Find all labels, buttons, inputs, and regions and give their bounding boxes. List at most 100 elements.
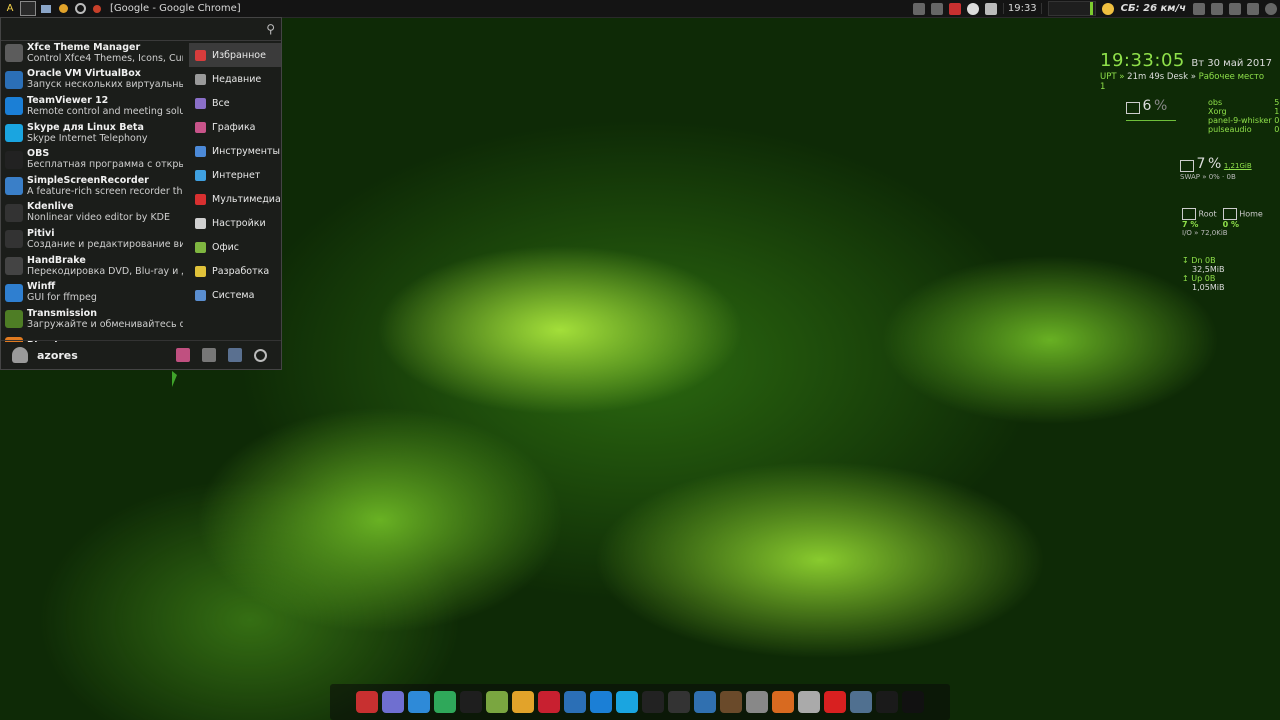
category-item[interactable]: Все [189, 91, 281, 115]
category-item[interactable]: Недавние [189, 67, 281, 91]
usb-icon[interactable] [746, 691, 768, 713]
category-label: Избранное [212, 49, 266, 61]
app-description: Перекодировка DVD, Blu-ray и д... [27, 265, 183, 277]
app-description: Бесплатная программа с открыт... [27, 159, 183, 171]
search-icon: ⚲ [266, 22, 275, 36]
multimedia-icon [195, 193, 206, 205]
skype-icon[interactable] [616, 691, 638, 713]
process-value: 0,51 [1274, 116, 1280, 125]
obs-tray-icon[interactable] [966, 2, 979, 15]
app-name: HandBrake [27, 254, 86, 266]
category-item[interactable]: Система [189, 283, 281, 307]
window-title[interactable]: [Google - Google Chrome] [110, 3, 241, 14]
app-description: GUI for ffmpeg [27, 292, 97, 304]
handbrake-icon[interactable] [720, 691, 742, 713]
stop-icon[interactable] [984, 2, 997, 15]
system-icon [195, 289, 206, 301]
gmail-icon[interactable] [824, 691, 846, 713]
download-icon[interactable] [408, 691, 430, 713]
skype-icon [5, 124, 23, 143]
sun-icon [1101, 2, 1114, 15]
lock-icon[interactable] [202, 348, 216, 362]
folder-icon[interactable] [39, 2, 53, 15]
folder-icon[interactable] [486, 691, 508, 713]
power-icon[interactable] [902, 691, 924, 713]
app-list-item[interactable]: SimpleScreenRecorder A feature-rich scree… [1, 173, 185, 200]
keyboard-icon[interactable] [1193, 2, 1205, 15]
virtualbox-icon[interactable] [564, 691, 586, 713]
app-list-item[interactable]: TeamViewer 12 Remote control and meeting … [1, 93, 185, 120]
battery-icon[interactable] [1247, 2, 1259, 15]
category-item[interactable]: Настройки [189, 211, 281, 235]
app-list-item[interactable]: HandBrake Перекодировка DVD, Blu-ray и д.… [1, 253, 185, 280]
category-item[interactable]: Избранное [189, 43, 281, 67]
sync-icon[interactable] [73, 2, 87, 15]
settings-icon [195, 217, 206, 229]
category-label: Недавние [212, 73, 262, 85]
firefox-icon[interactable] [772, 691, 794, 713]
weather-text[interactable]: СБ: 26 км/ч [1121, 3, 1186, 14]
network-icon[interactable] [694, 691, 716, 713]
category-label: Интернет [212, 169, 261, 181]
category-item[interactable]: Интернет [189, 163, 281, 187]
teamviewer-icon[interactable] [590, 691, 612, 713]
handbrake-icon [5, 257, 23, 276]
app-list-item[interactable]: Xfce Theme Manager Control Xfce4 Themes, … [1, 40, 185, 67]
process-name: Xorg [1208, 107, 1227, 116]
chrome-icon[interactable] [512, 691, 534, 713]
sync-icon[interactable] [434, 691, 456, 713]
network-icon[interactable] [1211, 2, 1223, 15]
app-name: Winff [27, 281, 56, 293]
photo-icon[interactable] [850, 691, 872, 713]
process-name: pulseaudio [1208, 125, 1252, 134]
panel-clock[interactable]: 19:33 [1002, 3, 1042, 14]
active-window-icon[interactable] [90, 2, 104, 15]
power-icon[interactable] [1265, 2, 1277, 15]
printer-icon[interactable] [930, 2, 943, 15]
category-item[interactable]: Офис [189, 235, 281, 259]
terminal-icon[interactable] [20, 1, 36, 16]
process-value: 1,28 [1274, 107, 1280, 116]
ram-unit: % [1208, 156, 1222, 172]
category-item[interactable]: Разработка [189, 259, 281, 283]
logout-icon[interactable] [254, 348, 267, 362]
whisker-menu-icon[interactable] [382, 691, 404, 713]
search-input[interactable]: ⚲ [1, 18, 281, 41]
app-name: OBS [27, 148, 50, 160]
obs-icon[interactable] [642, 691, 664, 713]
development-icon [195, 265, 206, 277]
bookmark-icon [195, 49, 206, 61]
screen-icon[interactable] [876, 691, 898, 713]
app-list-item[interactable]: Skype для Linux Beta Skype Internet Telep… [1, 120, 185, 147]
volume-icon[interactable] [1229, 2, 1241, 15]
pencil-icon[interactable] [798, 691, 820, 713]
app-list-item[interactable]: Pitivi Создание и редактирование ви... [1, 226, 185, 253]
app-description: Remote control and meeting solu... [27, 105, 183, 117]
category-label: Разработка [212, 265, 270, 277]
office-icon [195, 241, 206, 253]
notification-icon[interactable] [912, 2, 925, 15]
category-list: Избранное Недавние Все Графика Инструменты Ин… [189, 43, 281, 307]
terminal-icon[interactable] [460, 691, 482, 713]
app-list-item[interactable]: Oracle VM VirtualBox Запуск нескольких ви… [1, 67, 185, 94]
category-item[interactable]: Мультимедиа [189, 187, 281, 211]
app-list-item[interactable]: Transmission Загружайте и обменивайтесь ф… [1, 306, 185, 333]
transmission-icon [5, 310, 23, 329]
scissors-icon[interactable] [356, 691, 378, 713]
kdenlive-icon[interactable] [668, 691, 690, 713]
whisker-menu-icon[interactable]: A [3, 2, 17, 15]
root-value: 7 % [1182, 220, 1199, 229]
settings-icon[interactable] [176, 348, 190, 362]
category-label: Система [212, 289, 255, 301]
switch-user-icon[interactable] [228, 348, 242, 362]
pitivi-icon [5, 230, 23, 249]
flag-icon[interactable] [948, 2, 961, 15]
opera-icon[interactable] [538, 691, 560, 713]
category-item[interactable]: Графика [189, 115, 281, 139]
app-list-item[interactable]: Kdenlive Nonlinear video editor by KDE [1, 200, 185, 227]
user-name: azores [37, 348, 78, 362]
app-list-item[interactable]: Winff GUI for ffmpeg [1, 279, 185, 306]
app-list-item[interactable]: OBSБесплатная программа с открыт... [1, 146, 185, 173]
category-item[interactable]: Инструменты [189, 139, 281, 163]
chrome-icon[interactable] [56, 2, 70, 15]
